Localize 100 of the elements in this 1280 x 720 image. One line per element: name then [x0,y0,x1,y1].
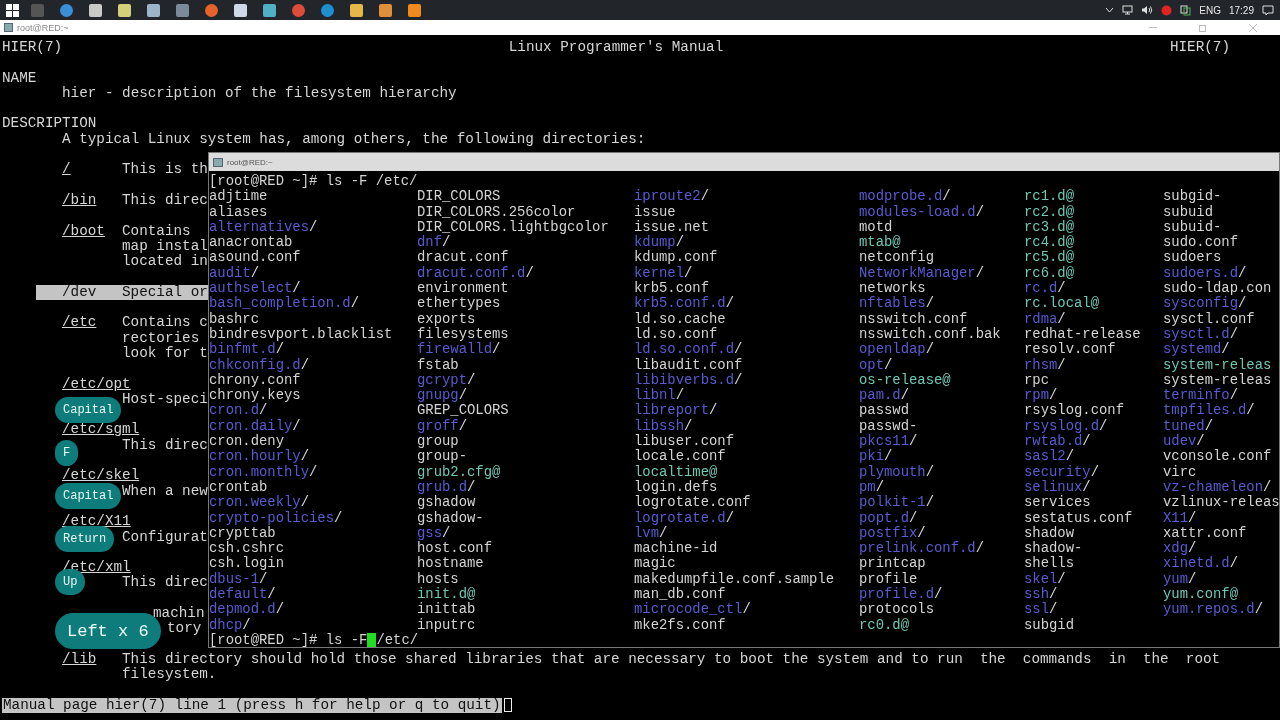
file-entry: locale.conf [634,449,726,465]
file-entry: crypttab [209,525,276,541]
file-entry: ld.so.conf.d/ [634,342,743,358]
file-entry: resolv.conf [1024,342,1116,358]
app-icon[interactable] [321,3,334,17]
app-icon[interactable] [350,3,363,17]
file-entry: sudo-ldap.con [1163,281,1272,297]
keypress-badge: Capital [55,483,122,509]
app-icon[interactable] [408,3,421,17]
file-entry: subuid [1163,204,1213,220]
description-text: rectories [122,330,200,346]
file-entry: xattr.conf [1163,525,1247,541]
monitor-icon[interactable] [1122,5,1134,15]
file-entry: DIR_COLORS.lightbgcolor [417,219,609,235]
file-entry: gnupg/ [417,388,468,404]
file-entry: sestatus.conf [1024,510,1133,526]
file-entry: groff/ [417,418,468,435]
file-entry: asound.conf [209,250,301,266]
file-entry: logrotate.d/ [634,510,735,526]
file-entry: profile.d/ [859,587,943,602]
windows-logo-icon[interactable] [6,3,19,17]
file-entry: libnl/ [634,388,685,404]
keypress-badge: F [55,440,79,466]
directory-name: /etc/sgml [62,422,140,438]
file-entry: bindresvport.blacklist [209,326,393,342]
app-icon[interactable] [205,3,218,17]
file-entry: sysconfig/ [1163,296,1247,312]
file-entry: host.conf [417,541,493,557]
file-entry: rc3.d@ [1024,219,1075,235]
clock[interactable]: 17:29 [1228,4,1254,16]
file-entry: anacrontab [209,235,293,251]
file-entry: rdma/ [1024,311,1066,327]
file-entry: kernel/ [634,265,693,281]
record-icon[interactable] [1161,4,1173,16]
file-entry: csh.login [209,556,285,572]
file-entry: bash_completion.d/ [209,296,360,312]
description-text: located in [122,254,208,270]
file-entry: logrotate.conf [634,495,751,511]
file-entry: inittab [417,602,476,618]
file-entry: man_db.conf [634,587,726,602]
section-heading: NAME [2,70,37,86]
file-entry: audit/ [209,265,260,281]
file-entry: libibverbs.d/ [634,372,743,388]
app-icon[interactable] [118,3,131,17]
file-entry: rhsm/ [1024,357,1066,373]
file-entry: profile [859,571,918,587]
file-entry: openldap/ [859,342,935,358]
language-indicator[interactable]: ENG [1199,4,1221,16]
file-entry: yum.repos.d/ [1163,602,1264,618]
speaker-icon[interactable] [1141,5,1154,15]
file-entry: group- [417,449,467,465]
file-entry: rsyslog.d/ [1024,418,1108,434]
notification-icon[interactable] [1262,4,1274,16]
app-icon[interactable] [176,3,189,17]
file-entry: rc.local@ [1024,296,1100,312]
app-icon[interactable] [234,3,247,17]
file-entry: modprobe.d/ [859,189,951,205]
file-entry: vzlinux-releas [1163,495,1279,511]
file-entry: os-release@ [859,372,951,388]
file-entry: chkconfig.d/ [209,357,310,373]
file-entry: csh.cshrc [209,541,285,557]
man-title: Linux Programmer's Manual [508,40,724,56]
app-icon[interactable] [60,3,73,17]
file-entry: mtab@ [859,235,901,251]
directory-name: /etc/opt [62,376,131,392]
terminal-icon [213,157,223,167]
file-entry: xinetd.d/ [1163,556,1239,572]
file-entry: X11/ [1163,510,1197,526]
app-icon[interactable] [147,3,160,17]
file-entry: krb5.conf.d/ [634,296,735,312]
file-entry: grub.d/ [417,479,476,495]
file-entry: dbus-1/ [209,571,268,587]
file-entry: cron.d/ [209,403,268,419]
description-text: Host-speci [122,391,208,408]
chevron-up-icon[interactable] [1105,7,1115,13]
file-entry: subgid- [1163,189,1222,205]
file-entry: chrony.conf [209,372,301,388]
file-entry: shadow [1024,525,1074,541]
file-entry: NetworkManager/ [859,265,985,281]
app-icon[interactable] [263,3,276,17]
copy-icon[interactable] [1180,4,1192,16]
file-entry: DIR_COLORS.256color [417,204,576,220]
file-entry: kdump.conf [634,250,718,266]
file-entry: sasl2/ [1024,449,1075,465]
command-line: [root@RED ~]# ls -F /etc/ [209,174,419,189]
file-entry: gcrypt/ [417,372,476,388]
file-entry: ld.so.conf [634,326,718,342]
file-entry: krb5.conf [634,281,710,297]
file-entry: rsyslog.conf [1024,403,1125,419]
file-entry: group [417,434,459,450]
file-entry: cron.monthly/ [209,464,318,480]
file-entry: nsswitch.conf.bak [859,326,1001,342]
app-icon[interactable] [89,3,102,17]
directory-name: /lib [62,650,97,667]
keypress-badge: Return [55,526,115,552]
file-entry: adjtime [209,189,268,205]
app-icon[interactable] [379,3,392,17]
file-entry: magic [634,556,676,572]
file-entry: shadow- [1024,541,1083,557]
file-entry: system-releas [1163,357,1272,373]
